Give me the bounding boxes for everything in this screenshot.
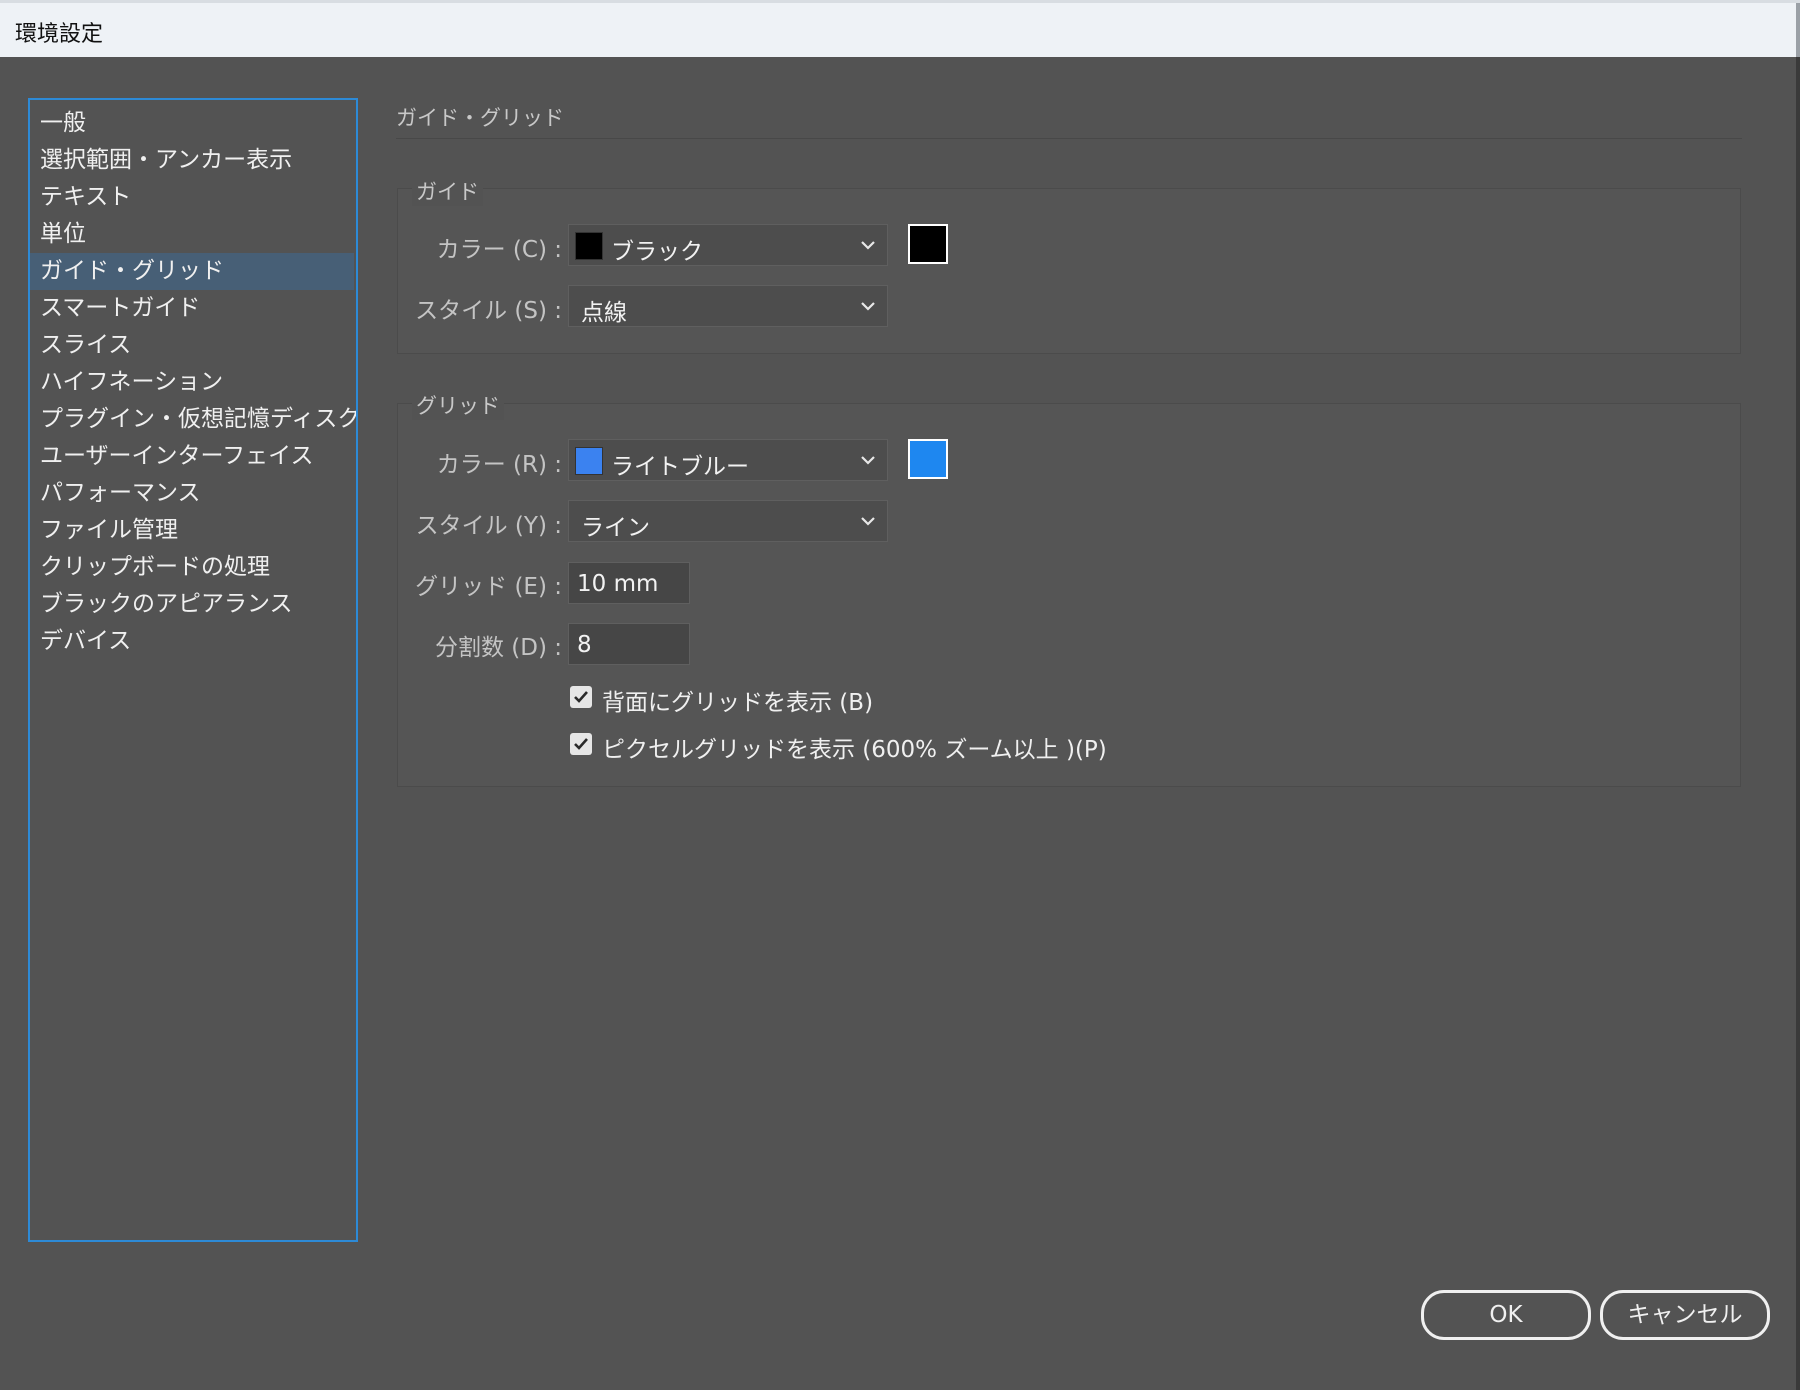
guides-group-label: ガイド [412,176,483,206]
chevron-down-icon [861,241,875,250]
gridline-every-field[interactable]: 10 mm [568,562,690,604]
grids-in-back-row[interactable]: 背面にグリッドを表示 (B) [568,683,1068,716]
guides-style-label: スタイル (S) : [415,298,562,324]
chevron-down-icon [861,456,875,465]
sidebar-item[interactable]: ユーザーインターフェイス [30,438,356,475]
sidebar-item[interactable]: パフォーマンス [30,475,356,512]
grid-style-label: スタイル (Y) : [415,513,562,539]
guides-color-swatch[interactable] [908,224,948,264]
grid-color-swatch-small [575,447,603,475]
category-list-items: 一般 選択範囲・アンカー表示 テキスト 単位 ガイド・グリッド スマートガイド スライス ハイ… [30,105,356,660]
pixel-grid-checkbox[interactable] [570,733,592,755]
guides-style-dropdown[interactable]: 点線 [568,285,888,327]
sidebar-item[interactable]: ガイド・グリッド [30,253,354,290]
ok-button[interactable]: OK [1421,1290,1591,1340]
title-bar[interactable]: 環境設定 [0,3,1800,57]
gridline-every-label: グリッド (E) : [415,574,562,600]
guides-color-value: ブラック [611,239,703,265]
sidebar-item[interactable]: 一般 [30,105,356,142]
chevron-down-icon [861,302,875,311]
sidebar-item[interactable]: ブラックのアピアランス [30,586,356,623]
guides-style-value: 点線 [581,300,627,326]
guides-color-dropdown[interactable]: ブラック [568,224,888,266]
sidebar-item[interactable]: スライス [30,327,356,364]
sidebar-item[interactable]: デバイス [30,623,356,660]
sidebar-item[interactable]: クリップボードの処理 [30,549,356,586]
sidebar-item[interactable]: プラグイン・仮想記憶ディスク [30,401,356,438]
checkmark-icon [574,738,588,750]
pixel-grid-row[interactable]: ピクセルグリッドを表示 (600% ズーム以上 )(P) [568,730,1168,763]
panel-title: ガイド・グリッド [396,106,564,130]
window-title: 環境設定 [15,22,104,47]
sidebar-item[interactable]: ハイフネーション [30,364,356,401]
sidebar-item[interactable]: 単位 [30,216,356,253]
subdivisions-label: 分割数 (D) : [434,635,562,661]
chevron-down-icon [861,517,875,526]
guides-group [397,188,1741,354]
grid-color-dropdown[interactable]: ライトブルー [568,439,888,481]
panel-title-divider [396,138,1742,139]
grid-style-dropdown[interactable]: ライン [568,500,888,542]
grid-group-label: グリッド [412,390,504,420]
checkmark-icon [574,691,588,703]
grid-color-label: カラー (R) : [436,452,562,478]
grids-in-back-label: 背面にグリッドを表示 (B) [602,690,874,716]
grids-in-back-checkbox[interactable] [570,686,592,708]
sidebar-item[interactable]: テキスト [30,179,356,216]
grid-color-swatch[interactable] [908,439,948,479]
preferences-dialog: 環境設定 一般 選択範囲・アンカー表示 テキスト 単位 ガイド・グリッド スマートガイドス… [0,0,1800,1390]
grid-style-value: ライン [581,515,650,541]
guides-color-label: カラー (C) : [436,237,562,263]
guides-color-swatch-small [575,232,603,260]
pixel-grid-label: ピクセルグリッドを表示 (600% ズーム以上 )(P) [602,737,1107,763]
category-list[interactable]: 一般 選択範囲・アンカー表示 テキスト 単位 ガイド・グリッド スマートガイド スライス ハイ… [28,98,358,1242]
sidebar-item[interactable]: 選択範囲・アンカー表示 [30,142,356,179]
grid-color-value: ライトブルー [611,454,749,480]
sidebar-item[interactable]: スマートガイド [30,290,356,327]
subdivisions-field[interactable]: 8 [568,623,690,665]
window-edge [1796,57,1800,1390]
cancel-button[interactable]: キャンセル [1600,1290,1770,1340]
sidebar-item[interactable]: ファイル管理 [30,512,356,549]
